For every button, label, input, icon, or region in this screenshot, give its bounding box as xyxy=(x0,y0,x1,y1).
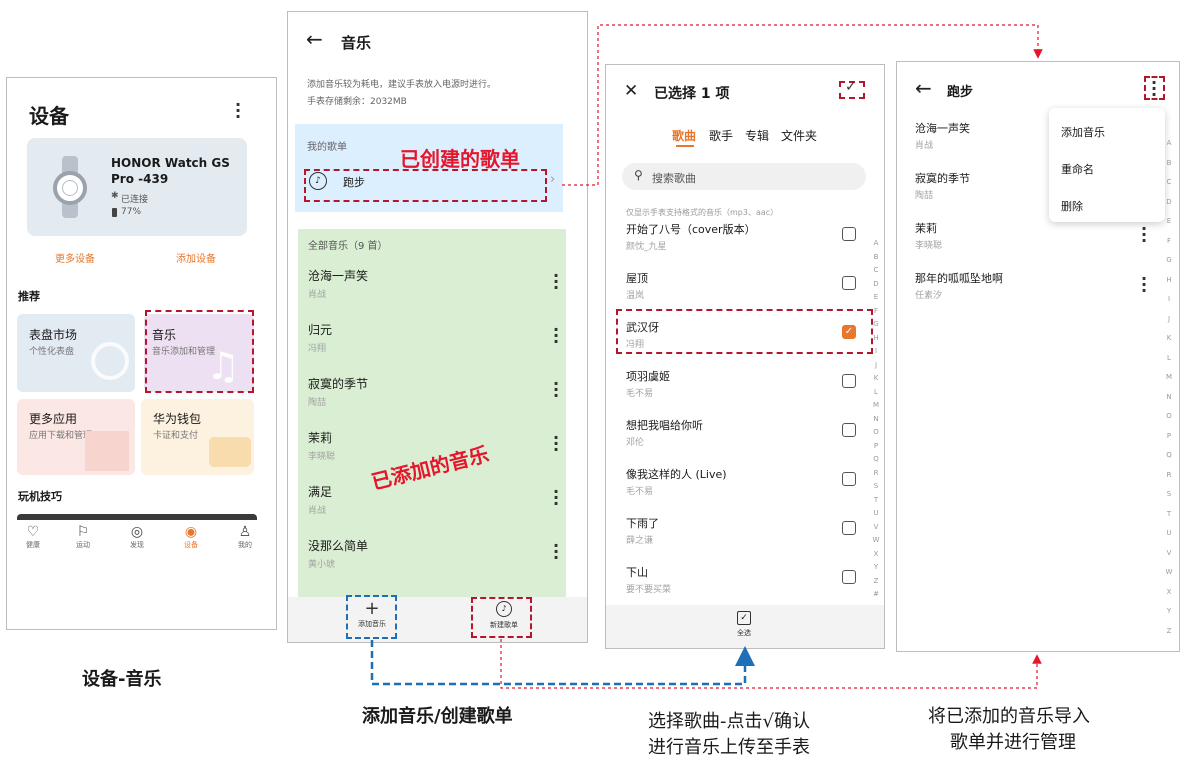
connector-create-playlist xyxy=(500,639,1042,689)
caption-select-line1: 选择歌曲-点击√确认 xyxy=(648,711,810,732)
caption-manage-line1: 将已添加的音乐导入 xyxy=(928,706,1090,727)
connector-playlist-to-detail xyxy=(562,24,1043,186)
connector-add-music xyxy=(370,640,755,686)
flow-connectors xyxy=(370,24,1043,689)
caption-add-music: 添加音乐/创建歌单 xyxy=(362,706,513,727)
caption-select-line2: 进行音乐上传至手表 xyxy=(648,737,810,758)
caption-device-music: 设备-音乐 xyxy=(82,669,162,690)
caption-manage-line2: 歌单并进行管理 xyxy=(950,732,1076,753)
